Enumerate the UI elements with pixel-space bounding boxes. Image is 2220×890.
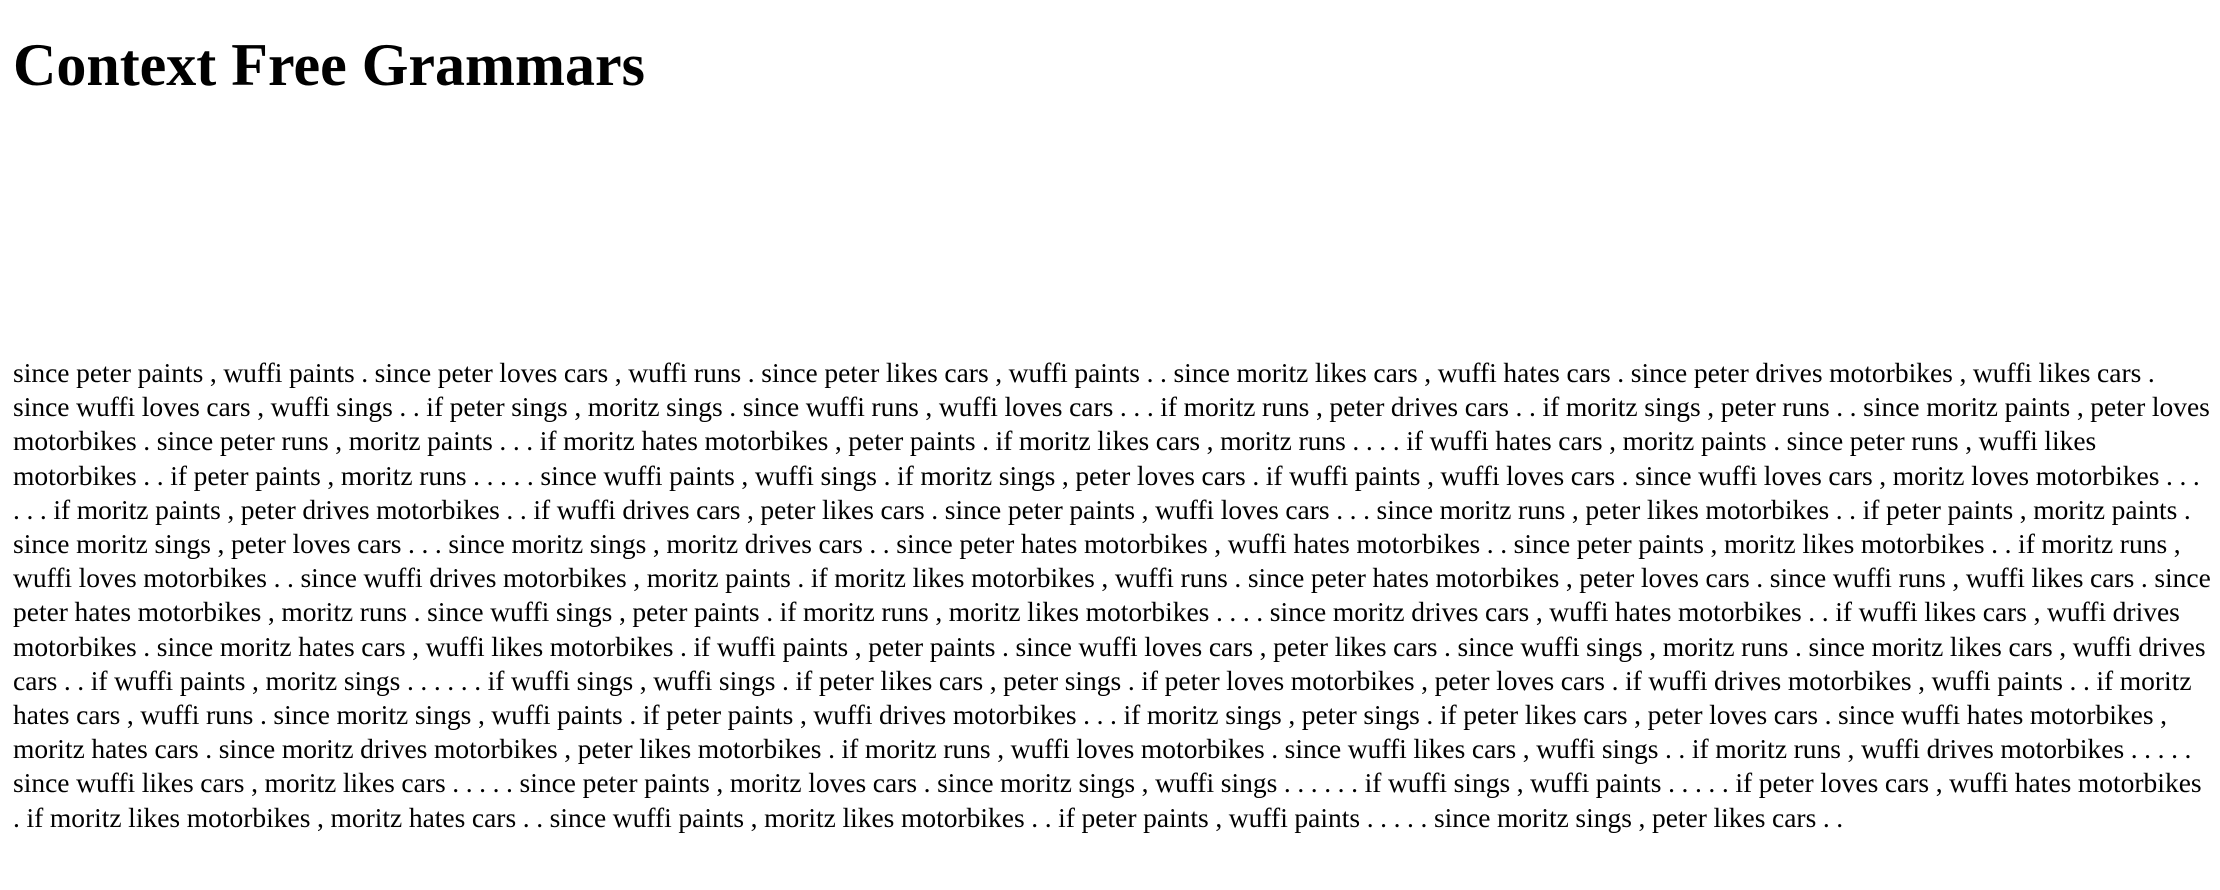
page-title: Context Free Grammars <box>13 32 645 98</box>
generated-sentences-paragraph: since peter paints , wuffi paints . sinc… <box>13 357 2211 833</box>
